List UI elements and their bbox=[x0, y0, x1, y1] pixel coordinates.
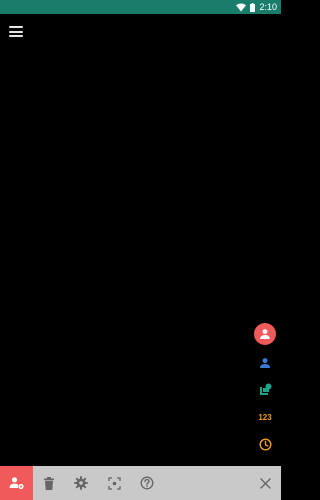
app-screen: 2:10 123 bbox=[0, 0, 281, 500]
menu-line bbox=[9, 26, 23, 28]
numbers-label: 123 bbox=[258, 412, 272, 422]
bottom-toolbar bbox=[0, 466, 281, 500]
help-button[interactable] bbox=[139, 475, 155, 491]
wifi-icon bbox=[236, 3, 247, 12]
close-icon bbox=[259, 477, 271, 489]
delete-button[interactable] bbox=[41, 475, 57, 491]
add-person-fab[interactable] bbox=[254, 323, 276, 345]
menu-line bbox=[9, 35, 23, 37]
numbers-button[interactable]: 123 bbox=[254, 409, 276, 425]
clock-button[interactable] bbox=[257, 436, 273, 452]
person-icon bbox=[259, 357, 271, 369]
person-settings-button[interactable] bbox=[0, 466, 33, 500]
menu-line bbox=[9, 30, 23, 33]
person-settings-icon bbox=[9, 476, 25, 490]
capture-button[interactable] bbox=[106, 475, 122, 491]
status-time: 2:10 bbox=[259, 1, 277, 12]
status-bar: 2:10 bbox=[0, 0, 281, 14]
layers-icon bbox=[258, 383, 272, 397]
gear-icon bbox=[74, 476, 88, 490]
person-button[interactable] bbox=[257, 355, 273, 371]
focus-frame-icon bbox=[107, 476, 121, 490]
hamburger-menu-icon[interactable] bbox=[9, 26, 23, 37]
clock-icon bbox=[258, 437, 272, 451]
close-button[interactable] bbox=[257, 475, 273, 491]
settings-button[interactable] bbox=[73, 475, 89, 491]
status-indicators: 2:10 bbox=[236, 1, 281, 12]
help-icon bbox=[140, 476, 154, 490]
person-icon bbox=[259, 328, 271, 340]
trash-icon bbox=[43, 476, 55, 490]
battery-icon bbox=[250, 2, 256, 12]
layers-button[interactable] bbox=[257, 382, 273, 398]
